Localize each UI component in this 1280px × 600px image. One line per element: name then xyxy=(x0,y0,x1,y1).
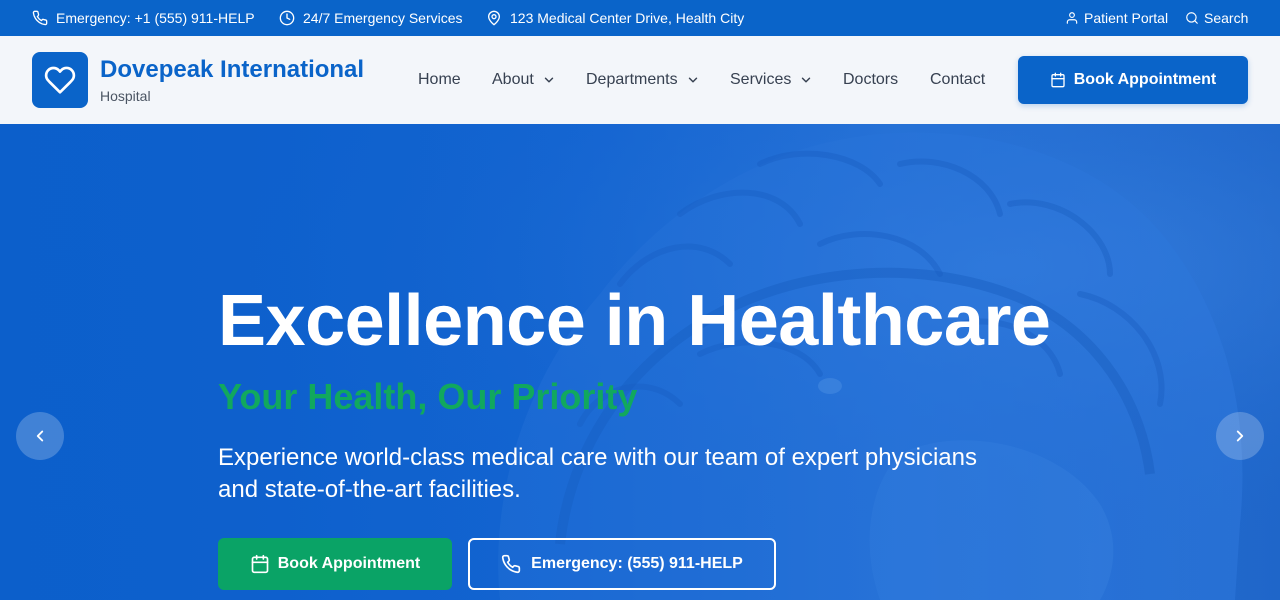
chevron-left-icon xyxy=(36,430,44,442)
hours-text: 24/7 Emergency Services xyxy=(303,10,463,26)
nav-doctors[interactable]: Doctors xyxy=(843,70,898,90)
chevron-down-icon xyxy=(544,77,554,83)
hero-description: Experience world-class medical care with… xyxy=(218,444,977,503)
nav-home[interactable]: Home xyxy=(418,70,461,90)
emergency-contact[interactable]: Emergency: +1 (555) 911-HELP xyxy=(32,0,255,36)
patient-portal-link[interactable]: Patient Portal xyxy=(1065,0,1168,36)
nav-about-label: About xyxy=(492,71,534,88)
phone-icon xyxy=(502,554,521,574)
nav-about[interactable]: About xyxy=(492,70,556,90)
site-header: Dovepeak International Hospital Home Abo… xyxy=(0,36,1280,124)
search-link[interactable]: Search xyxy=(1185,0,1248,36)
phone-icon xyxy=(32,10,48,26)
chevron-down-icon xyxy=(688,77,697,83)
search-label: Search xyxy=(1204,10,1249,26)
hero-title: Excellence in Healthcare xyxy=(218,281,1051,361)
hours-info: 24/7 Emergency Services xyxy=(279,0,463,36)
carousel-next-button[interactable] xyxy=(1216,412,1264,460)
address-text: 123 Medical Center Drive, Health City xyxy=(510,10,745,26)
chevron-right-icon xyxy=(1236,430,1244,442)
nav-services[interactable]: Services xyxy=(730,70,813,90)
heart-icon xyxy=(44,66,76,94)
brand-subtitle: Hospital xyxy=(100,88,151,104)
nav-doctors-label: Doctors xyxy=(843,71,899,88)
nav-contact[interactable]: Contact xyxy=(930,70,985,90)
hero-tagline: Your Health, Our Priority xyxy=(218,376,638,417)
search-icon xyxy=(1186,12,1198,24)
emergency-text: Emergency: +1 (555) 911-HELP xyxy=(56,10,255,26)
nav-home-label: Home xyxy=(418,71,461,88)
nav-services-label: Services xyxy=(730,71,792,88)
logo[interactable] xyxy=(32,52,88,108)
brand-name[interactable]: Dovepeak International xyxy=(100,56,364,84)
hero-book-appointment-button[interactable]: Book Appointment xyxy=(218,538,452,590)
calendar-icon xyxy=(1051,72,1065,88)
hero-book-appointment-label: Book Appointment xyxy=(277,555,421,572)
book-appointment-label: Book Appointment xyxy=(1073,71,1217,88)
brain-model-image xyxy=(0,124,1280,600)
nav-contact-label: Contact xyxy=(930,71,986,88)
patient-portal-label: Patient Portal xyxy=(1084,10,1169,26)
map-pin-icon xyxy=(488,10,500,26)
nav-departments-label: Departments xyxy=(586,71,678,88)
calendar-icon xyxy=(251,554,269,574)
hero-emergency-button[interactable]: Emergency: (555) 911-HELP xyxy=(468,538,776,590)
nav-departments[interactable]: Departments xyxy=(586,70,700,90)
chevron-down-icon xyxy=(802,77,811,83)
clock-icon xyxy=(279,10,295,26)
carousel-prev-button[interactable] xyxy=(16,412,64,460)
top-bar: Emergency: +1 (555) 911-HELP 24/7 Emerge… xyxy=(0,0,1280,36)
address-info: 123 Medical Center Drive, Health City xyxy=(486,0,744,36)
book-appointment-button[interactable]: Book Appointment xyxy=(1018,56,1248,104)
user-icon xyxy=(1066,12,1078,24)
hero-emergency-label: Emergency: (555) 911-HELP xyxy=(531,555,743,572)
hero-section: Excellence in Healthcare Your Health, Ou… xyxy=(0,124,1280,600)
